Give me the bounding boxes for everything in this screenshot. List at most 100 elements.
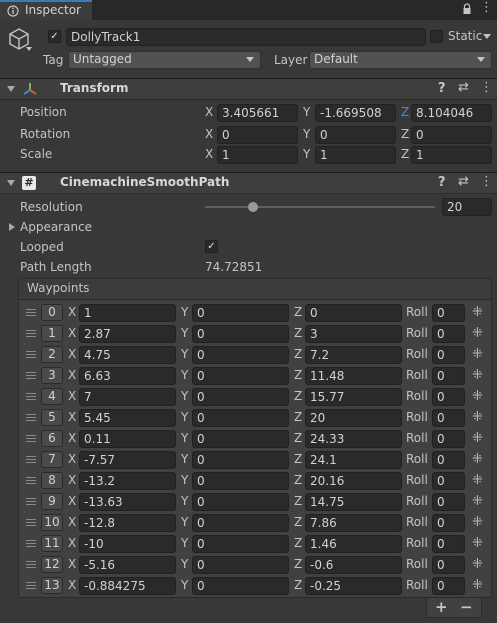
appearance-foldout-icon[interactable] (9, 223, 15, 231)
roll-label[interactable]: Roll (406, 494, 428, 508)
axis-y-label[interactable]: Y (181, 536, 188, 550)
waypoint-z-field[interactable]: 7.86 (305, 514, 402, 532)
axis-x-label[interactable]: X (68, 473, 76, 487)
waypoint-y-field[interactable]: 0 (192, 493, 289, 511)
position-z-field[interactable]: 8.104046 (411, 104, 492, 122)
waypoint-roll-field[interactable]: 0 (432, 430, 465, 448)
axis-x-label[interactable]: X (205, 105, 213, 119)
waypoint-z-field[interactable]: 20 (305, 409, 402, 427)
rotation-z-field[interactable]: 0 (411, 126, 492, 144)
waypoint-x-field[interactable]: 0.11 (79, 430, 176, 448)
axis-x-label[interactable]: X (205, 147, 213, 161)
move-handle-icon[interactable]: ⁜ (472, 579, 483, 592)
active-checkbox[interactable]: ✓ (48, 30, 61, 43)
axis-x-label[interactable]: X (68, 368, 76, 382)
waypoint-x-field[interactable]: -13.63 (79, 493, 176, 511)
waypoint-x-field[interactable]: 5.45 (79, 409, 176, 427)
roll-label[interactable]: Roll (406, 515, 428, 529)
axis-z-label[interactable]: Z (294, 473, 302, 487)
scale-z-field[interactable]: 1 (411, 146, 492, 164)
resolution-field[interactable]: 20 (442, 198, 492, 216)
drag-handle-icon[interactable] (26, 519, 36, 526)
move-handle-icon[interactable]: ⁜ (472, 537, 483, 550)
drag-handle-icon[interactable] (26, 372, 36, 379)
axis-z-label[interactable]: Z (294, 410, 302, 424)
waypoint-z-field[interactable]: 3 (305, 325, 402, 343)
drag-handle-icon[interactable] (26, 309, 36, 316)
axis-z-label[interactable]: Z (294, 452, 302, 466)
waypoint-roll-field[interactable]: 0 (432, 325, 465, 343)
resolution-slider-track[interactable] (205, 206, 435, 208)
roll-label[interactable]: Roll (406, 557, 428, 571)
waypoint-x-field[interactable]: -13.2 (79, 472, 176, 490)
waypoint-z-field[interactable]: 20.16 (305, 472, 402, 490)
move-handle-icon[interactable]: ⁜ (472, 327, 483, 340)
axis-z-label[interactable]: Z (294, 536, 302, 550)
axis-z-label[interactable]: Z (294, 368, 302, 382)
foldout-arrow-icon[interactable] (7, 180, 15, 186)
axis-z-label[interactable]: Z (294, 494, 302, 508)
roll-label[interactable]: Roll (406, 347, 428, 361)
position-x-field[interactable]: 3.405661 (217, 104, 298, 122)
waypoint-y-field[interactable]: 0 (192, 367, 289, 385)
roll-label[interactable]: Roll (406, 389, 428, 403)
waypoint-x-field[interactable]: -10 (79, 535, 176, 553)
waypoint-roll-field[interactable]: 0 (432, 304, 465, 322)
move-handle-icon[interactable]: ⁜ (472, 432, 483, 445)
looped-checkbox[interactable]: ✓ (205, 240, 218, 253)
help-icon[interactable]: ? (438, 175, 446, 190)
move-handle-icon[interactable]: ⁜ (472, 516, 483, 529)
waypoint-z-field[interactable]: 24.1 (305, 451, 402, 469)
roll-label[interactable]: Roll (406, 368, 428, 382)
drag-handle-icon[interactable] (26, 351, 36, 358)
drag-handle-icon[interactable] (26, 540, 36, 547)
waypoint-z-field[interactable]: 15.77 (305, 388, 402, 406)
axis-x-label[interactable]: X (68, 326, 76, 340)
axis-y-label[interactable]: Y (181, 452, 188, 466)
layer-dropdown[interactable]: Default (309, 51, 492, 69)
position-y-field[interactable]: -1.669508 (315, 104, 396, 122)
drag-handle-icon[interactable] (26, 330, 36, 337)
waypoint-y-field[interactable]: 0 (192, 304, 289, 322)
move-handle-icon[interactable]: ⁜ (472, 348, 483, 361)
roll-label[interactable]: Roll (406, 452, 428, 466)
help-icon[interactable]: ? (438, 81, 446, 96)
axis-x-label[interactable]: X (68, 557, 76, 571)
axis-y-label[interactable]: Y (181, 347, 188, 361)
waypoint-z-field[interactable]: 24.33 (305, 430, 402, 448)
waypoint-x-field[interactable]: -5.16 (79, 556, 176, 574)
axis-y-label[interactable]: Y (181, 515, 188, 529)
static-dropdown-icon[interactable] (483, 34, 491, 39)
foldout-arrow-icon[interactable] (7, 86, 15, 92)
axis-z-label[interactable]: Z (294, 515, 302, 529)
axis-z-label[interactable]: Z (401, 105, 409, 119)
axis-z-label[interactable]: Z (294, 347, 302, 361)
scale-x-field[interactable]: 1 (217, 146, 298, 164)
waypoint-x-field[interactable]: -12.8 (79, 514, 176, 532)
icon-dropdown-arrow-icon[interactable] (26, 47, 32, 51)
axis-z-label[interactable]: Z (294, 431, 302, 445)
resolution-slider-thumb[interactable] (248, 202, 258, 212)
axis-x-label[interactable]: X (68, 452, 76, 466)
drag-handle-icon[interactable] (26, 456, 36, 463)
move-handle-icon[interactable]: ⁜ (472, 369, 483, 382)
waypoint-y-field[interactable]: 0 (192, 451, 289, 469)
remove-waypoint-button[interactable]: − (460, 598, 473, 616)
axis-z-label[interactable]: Z (294, 305, 302, 319)
drag-handle-icon[interactable] (26, 561, 36, 568)
axis-x-label[interactable]: X (68, 536, 76, 550)
waypoint-roll-field[interactable]: 0 (432, 388, 465, 406)
axis-x-label[interactable]: X (68, 410, 76, 424)
axis-z-label[interactable]: Z (294, 578, 302, 592)
move-handle-icon[interactable]: ⁜ (472, 306, 483, 319)
axis-y-label[interactable]: Y (303, 127, 310, 141)
axis-y-label[interactable]: Y (181, 578, 188, 592)
axis-z-label[interactable]: Z (401, 147, 409, 161)
axis-x-label[interactable]: X (68, 515, 76, 529)
axis-y-label[interactable]: Y (181, 431, 188, 445)
waypoint-y-field[interactable]: 0 (192, 409, 289, 427)
drag-handle-icon[interactable] (26, 435, 36, 442)
waypoint-z-field[interactable]: 0 (305, 304, 402, 322)
waypoint-y-field[interactable]: 0 (192, 535, 289, 553)
axis-z-label[interactable]: Z (401, 127, 409, 141)
